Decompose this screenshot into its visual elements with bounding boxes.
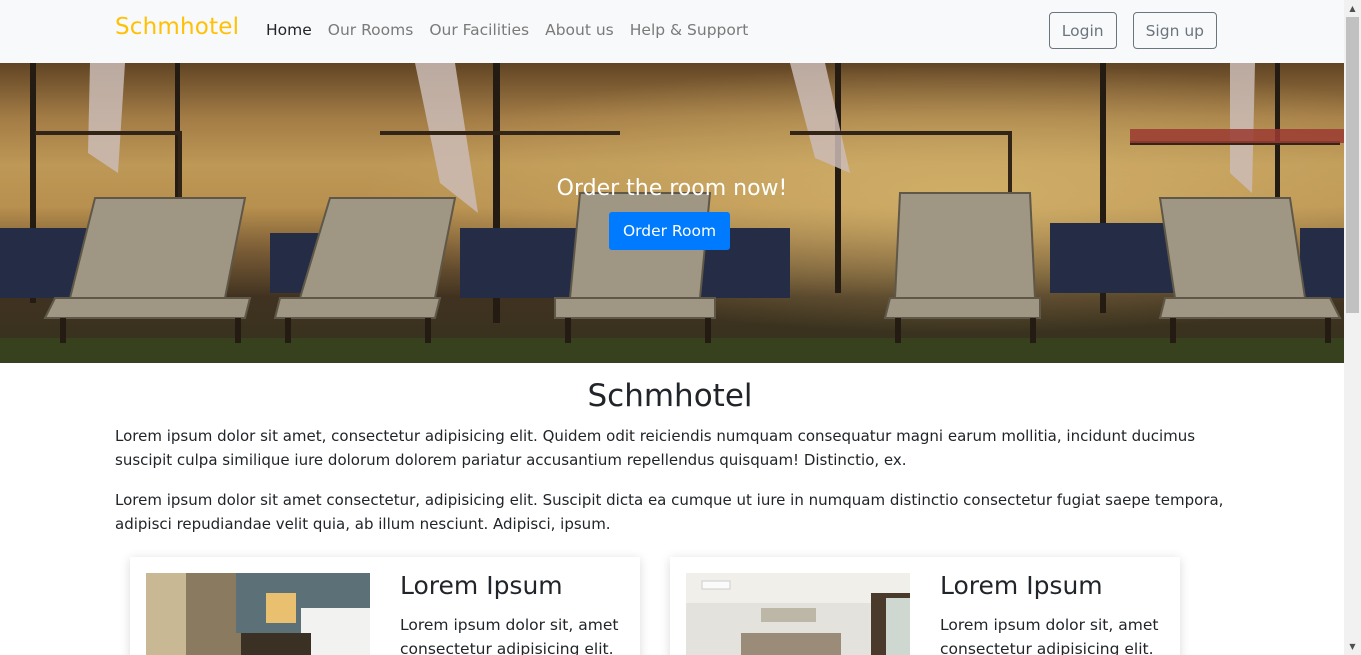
room-card-text: Lorem ipsum dolor sit, amet consectetur … [400, 616, 619, 655]
about-heading: Schmhotel [587, 378, 753, 414]
hero-banner: Order the room now! Order Room [0, 63, 1344, 363]
hero-title: Order the room now! [556, 176, 788, 201]
nav-our-facilities[interactable]: Our Facilities [429, 21, 529, 39]
login-button[interactable]: Login [1048, 12, 1117, 49]
room-card-title: Lorem Ipsum [940, 571, 1103, 600]
room-card[interactable]: Lorem Ipsum Lorem ipsum dolor sit, amet … [670, 557, 1180, 655]
room-card[interactable]: Lorem Ipsum Lorem ipsum dolor sit, amet … [130, 557, 640, 655]
room-card-text: Lorem ipsum dolor sit, amet consectetur … [940, 616, 1159, 655]
signup-button[interactable]: Sign up [1132, 12, 1217, 49]
main-nav: Home Our Rooms Our Facilities About us H… [266, 21, 764, 39]
nav-about-us[interactable]: About us [545, 21, 614, 39]
page-scrollbar[interactable]: ▲ ▼ [1344, 0, 1361, 655]
navbar: Schmhotel Home Our Rooms Our Facilities … [0, 0, 1344, 63]
about-paragraph-2: Lorem ipsum dolor sit amet consectetur, … [115, 491, 1224, 533]
nav-our-rooms[interactable]: Our Rooms [328, 21, 414, 39]
nav-help-support[interactable]: Help & Support [630, 21, 749, 39]
about-section: Schmhotel Lorem ipsum dolor sit amet, co… [115, 378, 1225, 552]
scroll-down-icon[interactable]: ▼ [1344, 638, 1361, 655]
order-room-button[interactable]: Order Room [609, 212, 730, 250]
scroll-up-icon[interactable]: ▲ [1344, 0, 1361, 17]
room-card-image [686, 573, 910, 655]
auth-buttons: Login Sign up [1048, 12, 1217, 49]
nav-home[interactable]: Home [266, 21, 312, 39]
room-card-title: Lorem Ipsum [400, 571, 563, 600]
room-card-image [146, 573, 370, 655]
brand-logo[interactable]: Schmhotel [115, 14, 239, 40]
scrollbar-thumb[interactable] [1346, 17, 1359, 313]
about-paragraph-1: Lorem ipsum dolor sit amet, consectetur … [115, 427, 1196, 469]
